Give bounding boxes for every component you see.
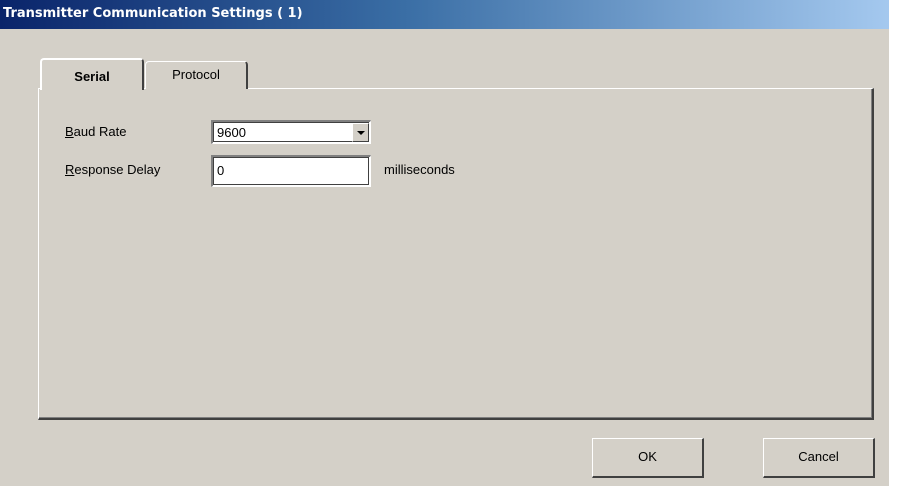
response-delay-unit: milliseconds [384,162,455,177]
window-edge [889,0,897,490]
response-delay-label-accel: R [65,162,75,177]
response-delay-label-text: esponse Delay [74,162,161,177]
baud-rate-label: Baud Rate [65,124,126,139]
chevron-down-icon [357,131,365,135]
window-title: Transmitter Communication Settings ( 1) [3,6,303,21]
response-delay-input[interactable]: 0 [211,155,371,187]
tab-protocol-label: Protocol [172,67,220,82]
dialog-window: Transmitter Communication Settings ( 1) … [0,0,897,490]
title-bar[interactable]: Transmitter Communication Settings ( 1) [0,0,897,29]
response-delay-label: Response Delay [65,162,160,177]
baud-rate-label-accel: B [65,124,74,139]
baud-rate-label-text: aud Rate [73,124,127,139]
tab-protocol[interactable]: Protocol [145,61,248,89]
baud-rate-value: 9600 [217,125,246,140]
baud-rate-select[interactable]: 9600 [211,120,371,144]
window-bottom-edge [0,486,897,490]
cancel-button[interactable]: Cancel [763,438,875,478]
ok-button[interactable]: OK [592,438,704,478]
response-delay-value: 0 [217,163,225,178]
tab-serial-label: Serial [74,69,110,84]
baud-rate-dropdown-button[interactable] [352,123,369,142]
tab-panel-serial [38,88,874,420]
tab-serial[interactable]: Serial [40,58,144,90]
